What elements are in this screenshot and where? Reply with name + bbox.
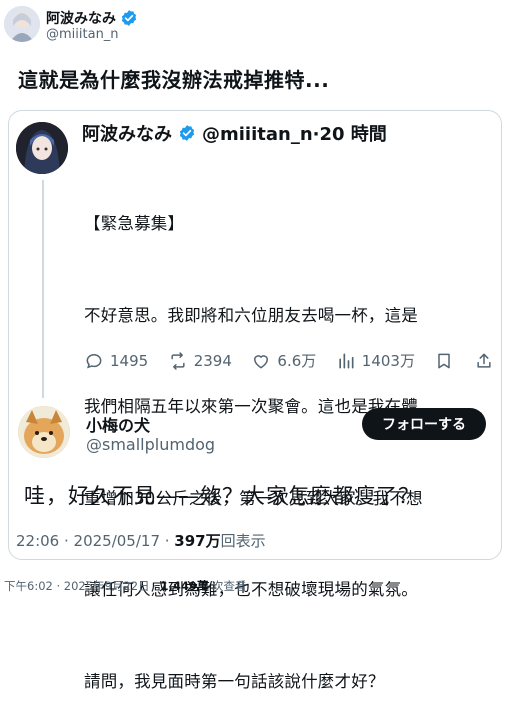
views-count: 1403万	[361, 352, 415, 370]
quoted-line: 【緊急募集】	[84, 214, 185, 233]
reply-avatar[interactable]	[18, 406, 70, 458]
quoted-author-name[interactable]: 阿波みなみ	[82, 120, 172, 146]
bookmark-action[interactable]	[434, 351, 454, 371]
action-bar: 1495 2394 6.6万 1403万	[84, 350, 494, 371]
outer-timestamp[interactable]: 下午6:02 · 2025年9月22日 ·	[4, 579, 160, 593]
views-action[interactable]: 1403万	[336, 350, 415, 371]
quoted-avatar[interactable]	[16, 122, 68, 174]
verified-icon	[121, 10, 137, 26]
quoted-line: 請問，我見面時第一句話該說什麼才好？	[84, 671, 385, 691]
outer-author-name-text: 阿波みなみ	[46, 11, 116, 27]
reply-view-suffix: 回表示	[220, 532, 266, 550]
reply-author-name[interactable]: 小梅の犬	[86, 412, 150, 436]
reply-icon	[86, 353, 102, 368]
like-icon	[254, 354, 269, 368]
reply-tweet-text: 哇，好久不見——欸？大家怎麼都瘦了？	[24, 484, 420, 508]
retweet-action[interactable]: 2394	[168, 351, 232, 371]
views-icon	[339, 353, 354, 368]
outer-author-handle[interactable]: @miiitan_n	[46, 27, 119, 42]
share-action[interactable]	[474, 351, 494, 371]
outer-tweet-meta: 下午6:02 · 2025年9月22日 · 1,449萬 次查看	[4, 578, 247, 594]
outer-avatar[interactable]	[4, 6, 40, 42]
like-count: 6.6万	[277, 352, 317, 370]
outer-author-name[interactable]: 阿波みなみ	[46, 8, 138, 28]
bookmark-icon	[438, 353, 451, 368]
share-icon	[477, 353, 491, 368]
thread-line	[42, 180, 44, 398]
reply-timestamp[interactable]: 22:06 · 2025/05/17 ·	[16, 532, 174, 550]
outer-tweet-text: 這就是為什麼我沒辦法戒掉推特...	[18, 68, 330, 92]
quoted-header[interactable]: 阿波みなみ @miiitan_n·20 時間	[82, 120, 387, 146]
quoted-handle-time[interactable]: @miiitan_n·20 時間	[202, 120, 387, 146]
outer-view-count: 1,449萬	[160, 579, 209, 593]
reply-author-handle[interactable]: @smallplumdog	[86, 435, 215, 454]
reply-view-count: 397万	[174, 532, 221, 550]
outer-view-suffix: 次查看	[208, 579, 247, 593]
retweet-count: 2394	[193, 351, 232, 370]
reply-count: 1495	[110, 351, 149, 370]
reply-meta: 22:06 · 2025/05/17 · 397万回表示	[16, 530, 266, 551]
verified-icon	[179, 125, 195, 141]
quoted-line: 不好意思。我即將和六位朋友去喝一杯，這是	[84, 305, 418, 325]
like-action[interactable]: 6.6万	[251, 350, 316, 371]
retweet-icon	[171, 351, 185, 370]
follow-button[interactable]: フォローする	[362, 408, 486, 440]
reply-action[interactable]: 1495	[84, 351, 148, 371]
